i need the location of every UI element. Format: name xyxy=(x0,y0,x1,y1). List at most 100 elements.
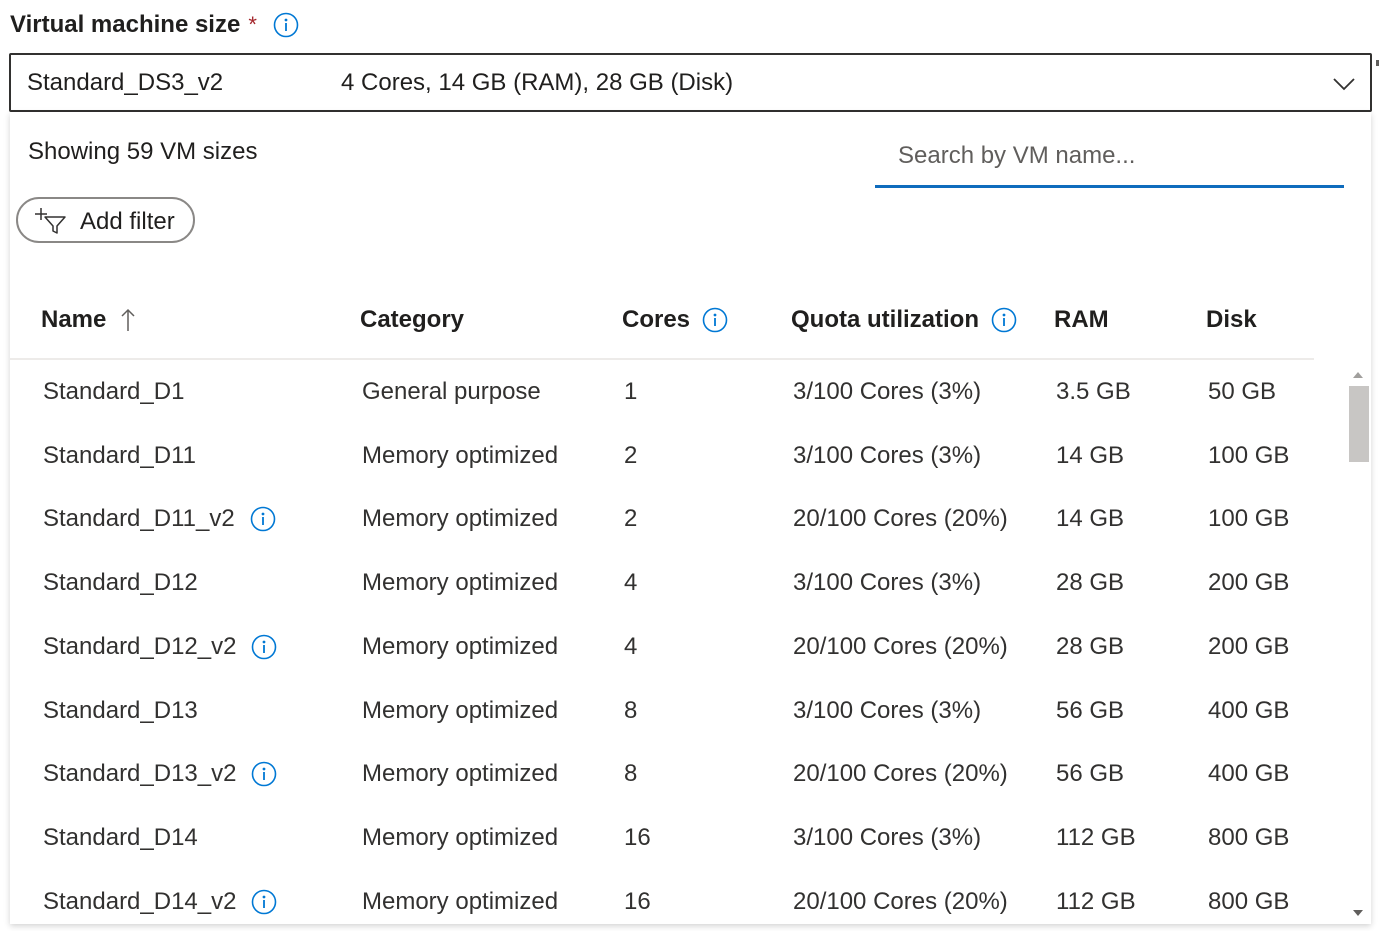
column-header-ram[interactable]: RAM xyxy=(1054,304,1109,336)
ram-cell: 28 GB xyxy=(1056,567,1124,599)
scroll-down-arrow-icon[interactable] xyxy=(1351,906,1365,918)
column-header-name-label: Name xyxy=(41,306,107,333)
category-cell: Memory optimized xyxy=(362,695,558,727)
table-row[interactable]: Standard_D1 General purpose 1 3/100 Cores (… xyxy=(10,360,1340,424)
cores-cell: 4 xyxy=(624,631,637,663)
info-icon[interactable] xyxy=(702,307,728,333)
cores-text: 1 xyxy=(624,378,638,405)
add-filter-button[interactable]: Add filter xyxy=(16,197,195,243)
quota-text: 3/100 Cores (3%) xyxy=(793,823,982,851)
cores-text: 16 xyxy=(624,887,651,915)
chevron-down-icon[interactable] xyxy=(1332,72,1356,96)
table-body: Standard_D1 General purpose 1 3/100 Cores (… xyxy=(10,360,1340,924)
info-icon[interactable] xyxy=(273,12,299,38)
vm-size-dropdown[interactable]: Standard_DS3_v2 4 Cores, 14 GB (RAM), 28… xyxy=(9,53,1372,112)
disk-text: 200 GB xyxy=(1208,569,1290,597)
column-header-ram-label: RAM xyxy=(1054,306,1109,333)
table-row[interactable]: Standard_D11_v2 Memory optimized 2 20/100 C… xyxy=(10,487,1340,551)
disk-text: 800 GB xyxy=(1208,887,1290,915)
category-cell: Memory optimized xyxy=(362,440,558,472)
quota-text: 3/100 Cores (3%) xyxy=(793,569,982,597)
vm-count-text: Showing 59 VM sizes xyxy=(28,138,258,165)
vm-name-cell: Standard_D14_v2 xyxy=(43,886,277,918)
disk-text: 400 GB xyxy=(1208,696,1290,724)
disk-text: 400 GB xyxy=(1208,760,1290,788)
quota-cell: 3/100 Cores (3%) xyxy=(793,440,981,472)
category-text: Memory optimized xyxy=(362,823,559,851)
ram-cell: 3.5 GB xyxy=(1056,376,1131,408)
category-cell: Memory optimized xyxy=(362,631,558,663)
table-row[interactable]: Standard_D11 Memory optimized 2 3/100 Cores… xyxy=(10,424,1340,488)
scrollbar[interactable] xyxy=(1347,362,1369,924)
ram-cell: 56 GB xyxy=(1056,695,1124,727)
column-header-disk[interactable]: Disk xyxy=(1206,304,1257,336)
vm-name-text: Standard_D14_v2 xyxy=(43,887,237,915)
info-icon[interactable] xyxy=(991,307,1017,333)
table-row[interactable]: Standard_D14_v2 Memory optimized 16 20/100 … xyxy=(10,870,1340,924)
quota-cell: 20/100 Cores (20%) xyxy=(793,631,1008,663)
column-header-quota-label: Quota utilization xyxy=(791,306,979,333)
add-filter-label: Add filter xyxy=(80,208,175,235)
ram-text: 112 GB xyxy=(1056,823,1136,851)
quota-text: 3/100 Cores (3%) xyxy=(793,441,982,469)
category-text: General purpose xyxy=(362,378,541,405)
vm-name-cell: Standard_D12 xyxy=(43,567,198,599)
info-icon[interactable] xyxy=(250,506,276,532)
disk-cell: 50 GB xyxy=(1208,376,1276,408)
disk-cell: 400 GB xyxy=(1208,758,1289,790)
quota-cell: 20/100 Cores (20%) xyxy=(793,886,1008,918)
info-icon[interactable] xyxy=(251,761,277,787)
vm-name-text: Standard_D1 xyxy=(43,378,185,405)
quota-text: 3/100 Cores (3%) xyxy=(793,378,982,405)
category-text: Memory optimized xyxy=(362,696,559,724)
vm-name-text: Standard_D14 xyxy=(43,823,198,851)
quota-text: 20/100 Cores (20%) xyxy=(793,505,1008,533)
quota-cell: 3/100 Cores (3%) xyxy=(793,822,981,854)
ram-text: 112 GB xyxy=(1056,887,1136,915)
ram-cell: 14 GB xyxy=(1056,503,1124,535)
category-cell: Memory optimized xyxy=(362,822,558,854)
ram-text: 56 GB xyxy=(1056,696,1125,724)
cores-text: 8 xyxy=(624,696,638,724)
category-text: Memory optimized xyxy=(362,441,559,469)
required-indicator: * xyxy=(248,12,257,37)
table-header: Name Category Cores Quota utilization RA… xyxy=(10,290,1314,360)
cores-cell: 16 xyxy=(624,822,651,854)
ram-text: 14 GB xyxy=(1056,505,1125,533)
vm-size-panel: Showing 59 VM sizes Add filter Name Cate… xyxy=(10,112,1371,924)
scrollbar-thumb[interactable] xyxy=(1349,386,1369,462)
info-icon[interactable] xyxy=(251,889,277,915)
vm-name-text: Standard_D11_v2 xyxy=(43,505,235,533)
quota-text: 3/100 Cores (3%) xyxy=(793,696,982,724)
table-row[interactable]: Standard_D12 Memory optimized 4 3/100 Cores… xyxy=(10,551,1340,615)
scroll-up-arrow-icon[interactable] xyxy=(1351,368,1365,380)
ram-text: 3.5 GB xyxy=(1056,378,1131,405)
column-header-disk-label: Disk xyxy=(1206,306,1257,333)
table-row[interactable]: Standard_D14 Memory optimized 16 3/100 Core… xyxy=(10,806,1340,870)
cores-text: 2 xyxy=(624,505,638,533)
quota-cell: 20/100 Cores (20%) xyxy=(793,503,1008,535)
table-row[interactable]: Standard_D12_v2 Memory optimized 4 20/100 C… xyxy=(10,615,1340,679)
cores-text: 16 xyxy=(624,823,651,851)
cores-cell: 4 xyxy=(624,567,637,599)
column-header-category[interactable]: Category xyxy=(360,304,464,336)
ram-text: 56 GB xyxy=(1056,760,1125,788)
column-header-name[interactable]: Name xyxy=(41,304,136,336)
info-icon[interactable] xyxy=(251,634,277,660)
category-cell: Memory optimized xyxy=(362,503,558,535)
ram-cell: 112 GB xyxy=(1056,886,1136,918)
column-header-category-label: Category xyxy=(360,306,465,333)
table-row[interactable]: Standard_D13_v2 Memory optimized 8 20/100 C… xyxy=(10,742,1340,806)
column-header-cores-label: Cores xyxy=(622,306,691,333)
disk-cell: 800 GB xyxy=(1208,886,1289,918)
search-input[interactable] xyxy=(875,126,1344,188)
cores-cell: 2 xyxy=(624,440,637,472)
table-row[interactable]: Standard_D13 Memory optimized 8 3/100 Cores… xyxy=(10,679,1340,743)
category-cell: Memory optimized xyxy=(362,567,558,599)
disk-cell: 200 GB xyxy=(1208,567,1289,599)
column-header-quota[interactable]: Quota utilization xyxy=(791,304,1017,336)
quota-text: 20/100 Cores (20%) xyxy=(793,760,1008,788)
cores-cell: 8 xyxy=(624,758,637,790)
column-header-cores[interactable]: Cores xyxy=(622,304,728,336)
vm-name-cell: Standard_D1 xyxy=(43,376,184,408)
